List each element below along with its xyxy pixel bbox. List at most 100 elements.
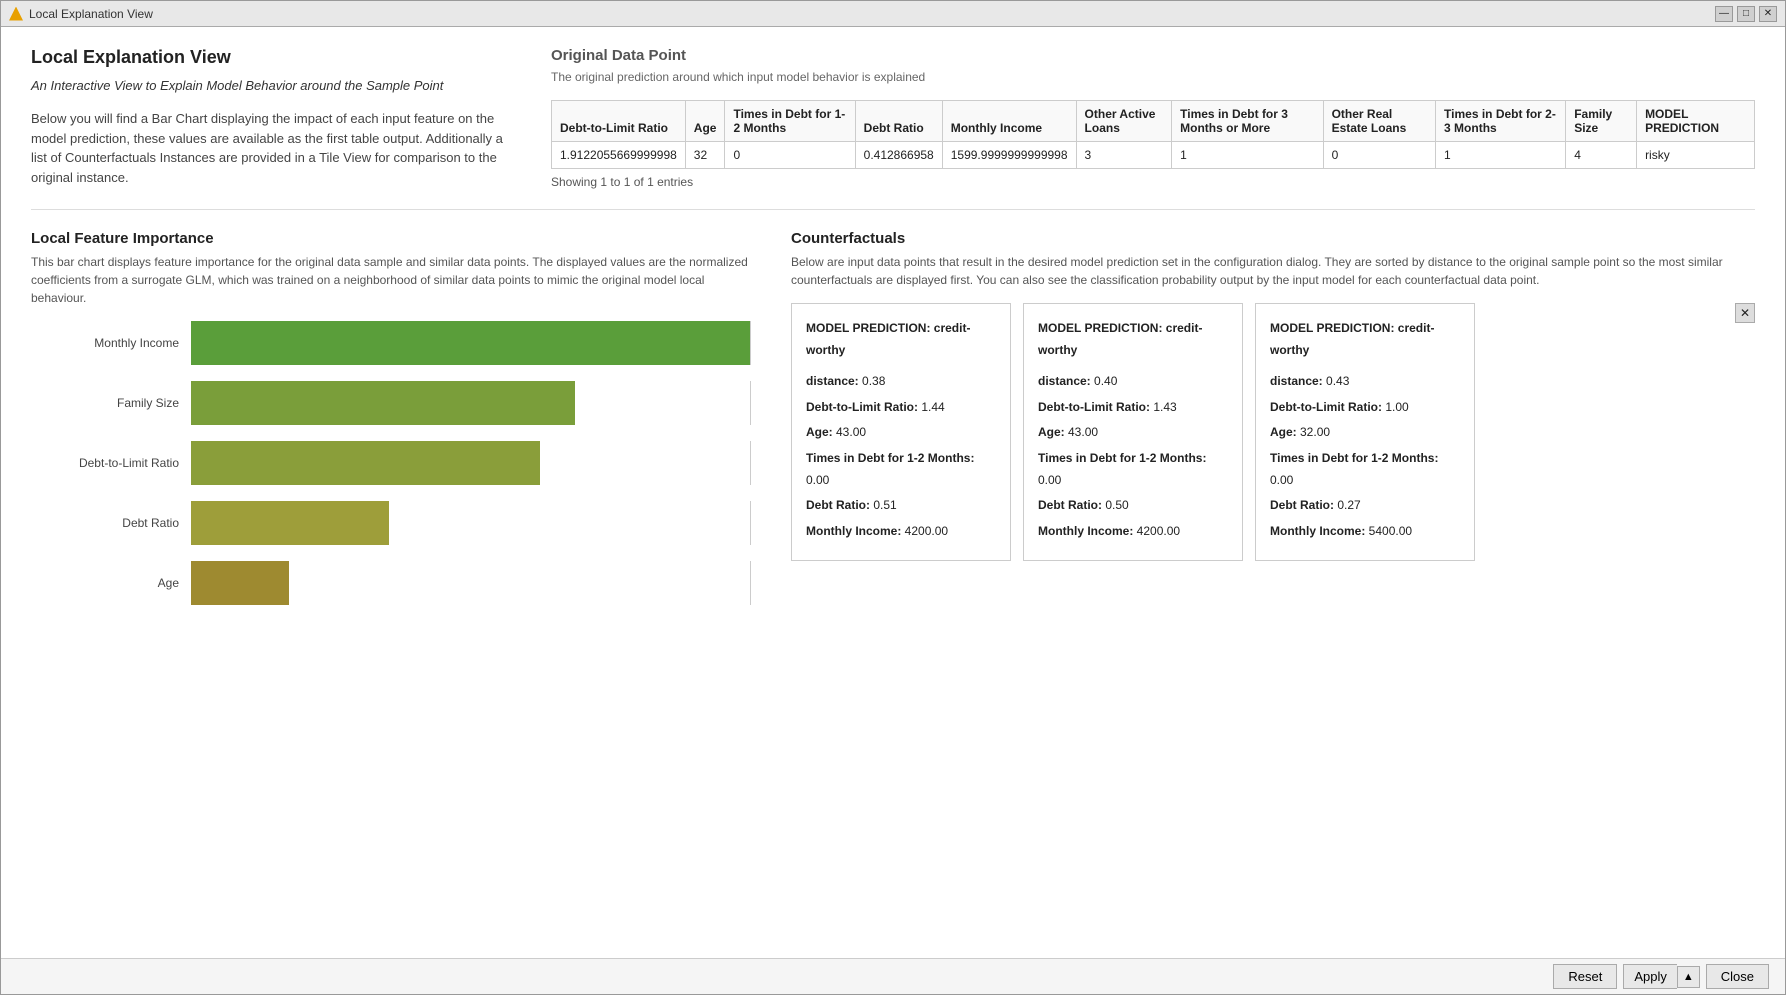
col-times-1-2: Times in Debt for 1-2 Months [725,101,855,142]
original-data-table: Debt-to-Limit Ratio Age Times in Debt fo… [551,100,1755,169]
bar-area [191,441,751,485]
cf-card-field: Monthly Income: 4200.00 [806,521,996,543]
original-data-panel: Original Data Point The original predict… [551,47,1755,189]
col-times-3-more: Times in Debt for 3 Months or More [1172,101,1323,142]
cf-card-field: Debt Ratio: 0.51 [806,495,996,517]
cell-age: 32 [685,142,725,169]
bar-area [191,381,751,425]
cf-card-distance: distance: 0.43 [1270,371,1460,393]
bar-row: Debt-to-Limit Ratio [31,441,751,485]
cf-card-title: MODEL PREDICTION: credit-worthy [1270,318,1460,361]
cf-card: MODEL PREDICTION: credit-worthydistance:… [1023,303,1243,561]
cell-monthly-income: 1599.9999999999998 [942,142,1076,169]
cell-prediction: risky [1637,142,1755,169]
bar-label: Debt Ratio [31,516,191,530]
bar-area [191,501,751,545]
left-panel: Local Explanation View An Interactive Vi… [31,47,511,189]
table-header-row: Debt-to-Limit Ratio Age Times in Debt fo… [552,101,1755,142]
col-monthly-income: Monthly Income [942,101,1076,142]
bar-row: Family Size [31,381,751,425]
col-family-size: Family Size [1566,101,1637,142]
title-bar-left: Local Explanation View [9,7,153,21]
original-data-desc: The original prediction around which inp… [551,70,1755,84]
bar-label: Debt-to-Limit Ratio [31,456,191,470]
content-area: Local Explanation View An Interactive Vi… [1,27,1785,994]
title-bar: Local Explanation View — □ ✕ [1,1,1785,27]
cf-close-button[interactable]: ✕ [1735,303,1755,323]
table-row: 1.9122055669999998 32 0 0.412866958 1599… [552,142,1755,169]
cf-card-field: Age: 32.00 [1270,422,1460,444]
cf-card-field: Debt-to-Limit Ratio: 1.44 [806,397,996,419]
minimize-button[interactable]: — [1715,6,1733,22]
bottom-section: Local Feature Importance This bar chart … [31,230,1755,621]
cf-title: Counterfactuals [791,230,1755,247]
cf-card-field: Debt Ratio: 0.27 [1270,495,1460,517]
cell-family-size: 4 [1566,142,1637,169]
window-controls: — □ ✕ [1715,6,1777,22]
cf-card-field: Times in Debt for 1-2 Months: 0.00 [1038,448,1228,491]
col-debt-limit: Debt-to-Limit Ratio [552,101,686,142]
cell-other-active: 3 [1076,142,1172,169]
showing-text: Showing 1 to 1 of 1 entries [551,175,1755,189]
apply-button[interactable]: Apply [1623,964,1677,989]
col-other-active: Other Active Loans [1076,101,1172,142]
chart-title: Local Feature Importance [31,230,751,247]
reset-button[interactable]: Reset [1553,964,1617,989]
cf-card: MODEL PREDICTION: credit-worthy distance:… [1255,303,1475,561]
cell-debt-ratio: 0.412866958 [855,142,942,169]
bar-label: Monthly Income [31,336,191,350]
cf-card-field: Age: 43.00 [806,422,996,444]
col-age: Age [685,101,725,142]
cell-other-real-estate: 0 [1323,142,1435,169]
cf-cards-wrapper: ✕ MODEL PREDICTION: credit-worthy distanc… [791,303,1755,561]
cell-times-3-more: 1 [1172,142,1323,169]
chart-panel: Local Feature Importance This bar chart … [31,230,751,621]
bar-fill [191,321,750,365]
top-section: Local Explanation View An Interactive Vi… [31,47,1755,189]
chart-desc: This bar chart displays feature importan… [31,253,751,307]
bar-fill [191,561,289,605]
apply-arrow-button[interactable]: ▲ [1677,966,1700,988]
section-divider [31,209,1755,210]
cf-card-field: Debt-to-Limit Ratio: 1.43 [1038,397,1228,419]
cf-card-distance: distance: 0.40 [1038,371,1228,393]
bar-label: Age [31,576,191,590]
cf-desc: Below are input data points that result … [791,253,1755,289]
cell-debt-limit: 1.9122055669999998 [552,142,686,169]
bar-row: Debt Ratio [31,501,751,545]
close-button[interactable]: ✕ [1759,6,1777,22]
app-icon [9,7,23,21]
cf-card-field: Monthly Income: 5400.00 [1270,521,1460,543]
main-subtitle: An Interactive View to Explain Model Beh… [31,78,511,93]
main-window: Local Explanation View — □ ✕ Local Expla… [0,0,1786,995]
cf-card-field: Debt Ratio: 0.50 [1038,495,1228,517]
cf-card-field: Monthly Income: 4200.00 [1038,521,1228,543]
cf-card-field: Times in Debt for 1-2 Months: 0.00 [1270,448,1460,491]
counterfactuals-panel: Counterfactuals Below are input data poi… [791,230,1755,621]
col-debt-ratio: Debt Ratio [855,101,942,142]
cf-card-distance: distance: 0.38 [806,371,996,393]
bar-row: Age [31,561,751,605]
bottom-bar: Reset Apply ▲ Close [1,958,1785,994]
col-times-2-3: Times in Debt for 2-3 Months [1436,101,1566,142]
main-heading: Local Explanation View [31,47,511,68]
apply-button-group: Apply ▲ [1623,964,1699,989]
bar-label: Family Size [31,396,191,410]
cell-times-1-2: 0 [725,142,855,169]
original-data-title: Original Data Point [551,47,1755,64]
cf-cards: MODEL PREDICTION: credit-worthy distance:… [791,303,1755,561]
bar-chart: Monthly Income Family Size Debt-to-Limit R… [31,321,751,605]
bar-row: Monthly Income [31,321,751,365]
maximize-button[interactable]: □ [1737,6,1755,22]
bar-area [191,321,751,365]
main-description: Below you will find a Bar Chart displayi… [31,109,511,187]
cf-card: MODEL PREDICTION: credit-worthydistance:… [791,303,1011,561]
col-prediction: MODEL PREDICTION [1637,101,1755,142]
bar-fill [191,441,540,485]
cell-times-2-3: 1 [1436,142,1566,169]
bar-fill [191,381,575,425]
bar-fill [191,501,389,545]
cf-card-field: Debt-to-Limit Ratio: 1.00 [1270,397,1460,419]
col-other-real-estate: Other Real Estate Loans [1323,101,1435,142]
close-button[interactable]: Close [1706,964,1769,989]
